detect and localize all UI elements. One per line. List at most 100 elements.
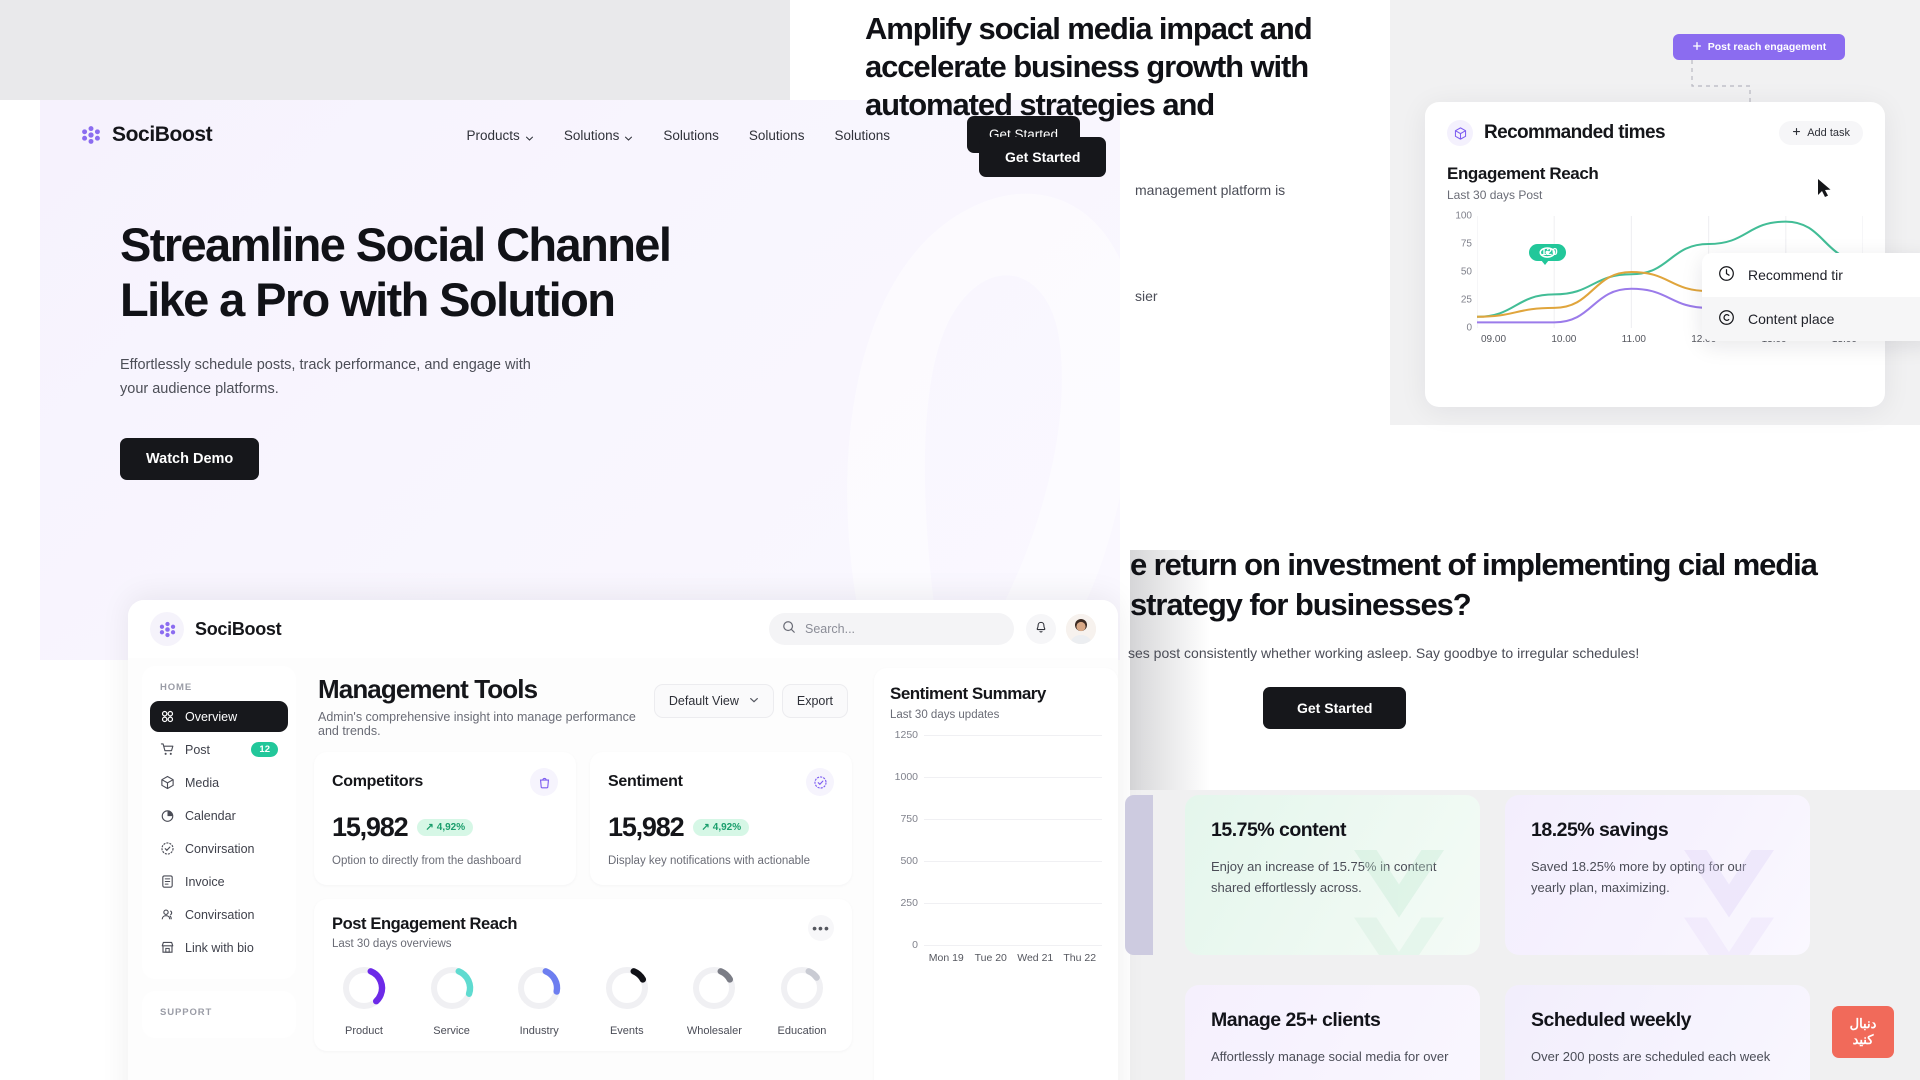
sidebar-item-calendar[interactable]: Calendar: [150, 800, 288, 831]
background-panel-top-left: [0, 0, 790, 100]
y-tick: 75: [1460, 238, 1472, 250]
dashboard-sidebar: HOME Overview Post 12 Media Calendar Con…: [128, 658, 306, 1080]
dashboard-main: Management Tools Admin's comprehensive i…: [306, 658, 866, 1080]
sidebar-post-badge: 12: [251, 742, 278, 757]
stat-title: Sentiment: [608, 773, 683, 790]
donut-education: Education: [770, 964, 834, 1037]
sidebar-section-home: HOME: [160, 682, 193, 693]
post-reach-engagement-button[interactable]: Post reach engagement: [1673, 34, 1845, 60]
sentiment-summary-subtitle: Last 30 days updates: [890, 709, 1000, 721]
add-task-button[interactable]: Add task: [1779, 121, 1863, 145]
menu-item-recommend-time[interactable]: Recommend tir: [1702, 253, 1920, 297]
sidebar-group-home: HOME Overview Post 12 Media Calendar Con…: [142, 666, 296, 979]
search-box[interactable]: [769, 613, 1014, 645]
hero-content: Streamline Social Channel Like a Pro wit…: [40, 170, 1120, 480]
hero-subtitle: Effortlessly schedule posts, track perfo…: [120, 354, 550, 402]
chevron-down-icon: [525, 131, 534, 141]
engagement-reach-title: Engagement Reach: [1447, 164, 1599, 183]
page-subtitle: Admin's comprehensive insight into manag…: [318, 710, 636, 738]
avatar[interactable]: [1066, 614, 1096, 644]
post-reach-engagement-label: Post reach engagement: [1707, 41, 1827, 53]
y-axis-labels: 0 250 500 750 1000 1250: [890, 729, 924, 951]
sidebar-item-media[interactable]: Media: [150, 767, 288, 798]
donut-ring: [342, 966, 386, 1010]
feature-title: Scheduled weekly: [1531, 1009, 1692, 1031]
ellipsis-icon[interactable]: •••: [808, 915, 834, 941]
donut-wholesaler: Wholesaler: [682, 964, 746, 1037]
watermark-line-2: کنید: [1852, 1032, 1874, 1047]
sidebar-item-label: Calendar: [185, 808, 236, 823]
nav-item-solutions-2[interactable]: Solutions: [663, 128, 719, 143]
dashboard-window: SociBoost HOME Overview: [128, 600, 1118, 1080]
roi-get-started-button[interactable]: Get Started: [1263, 687, 1407, 729]
sidebar-group-support: SUPPORT: [142, 991, 296, 1038]
y-tick: 50: [1460, 266, 1472, 278]
hero-subtitle-line-1: Effortlessly schedule posts, track perfo…: [120, 356, 531, 373]
line-chart-annotation: 120: [1529, 244, 1566, 265]
stat-description: Option to directly from the dashboard: [332, 855, 522, 867]
nav-links: Products Solutions Solutions Solutions S…: [467, 128, 890, 143]
donut-ring: [605, 966, 648, 1010]
stat-description: Display key notifications with actionabl…: [608, 855, 810, 867]
donut-ring: [517, 966, 561, 1010]
y-tick: 0: [1466, 322, 1472, 334]
feature-side-tab: [1125, 795, 1153, 955]
middle-paragraph-2: sier: [1135, 288, 1158, 304]
sidebar-item-post[interactable]: Post 12: [150, 734, 288, 765]
feature-card-savings: 18.25% savings Saved 18.25% more by opti…: [1505, 795, 1810, 955]
stat-cards: Competitors 15,982 ↗ 4,92% Option to dir…: [314, 752, 852, 885]
gridline: [924, 861, 1102, 862]
nav-item-solutions-1[interactable]: Solutions: [564, 128, 634, 143]
menu-item-content-place[interactable]: Content place: [1702, 297, 1920, 341]
decorative-shape: [1354, 850, 1444, 955]
flower-dots-logo-icon: [150, 612, 184, 646]
sidebar-item-convirsation-1[interactable]: Convirsation: [150, 833, 288, 864]
view-select[interactable]: Default View: [653, 684, 774, 718]
sidebar-item-convirsation-2[interactable]: Convirsation: [150, 899, 288, 930]
nav-item-solutions-3[interactable]: Solutions: [749, 128, 805, 143]
sentiment-summary-card: Sentiment Summary Last 30 days updates 0…: [874, 668, 1118, 1080]
stat-title: Competitors: [332, 773, 423, 790]
feature-card-clients: Manage 25+ clients Affortlessly manage s…: [1185, 985, 1480, 1080]
middle-get-started-button[interactable]: Get Started: [979, 137, 1107, 177]
menu-item-label: Content place: [1748, 311, 1835, 327]
brand-name: SociBoost: [112, 123, 213, 146]
dashboard-brand-name: SociBoost: [195, 618, 282, 639]
nav-item-solutions-4[interactable]: Solutions: [834, 128, 890, 143]
cart-icon: [160, 742, 175, 757]
watermark-line-1: دنبال: [1849, 1015, 1877, 1031]
y-tick: 100: [1455, 210, 1472, 222]
search-input[interactable]: [805, 622, 1001, 636]
donut-label: Service: [433, 1025, 470, 1037]
stat-delta: ↗ 4,92%: [417, 819, 474, 836]
x-tick: Wed 21: [1017, 952, 1054, 964]
sentiment-summary-column: Sentiment Summary Last 30 days updates 0…: [866, 658, 1118, 1080]
middle-paragraph-1: management platform is: [1135, 182, 1286, 198]
donut-label: Education: [777, 1025, 827, 1037]
nav-item-label: Solutions: [563, 127, 620, 143]
sidebar-item-invoice[interactable]: Invoice: [150, 866, 288, 897]
hero-title-line-1: Streamline Social Channel: [120, 218, 672, 271]
x-axis-labels: Mon 19 Tue 20 Wed 21 Thu 22: [924, 952, 1102, 964]
dashboard-brand[interactable]: SociBoost: [150, 612, 282, 646]
roi-paragraph: ses post consistently whether working as…: [1128, 645, 1640, 661]
trend-up-icon: ↗: [701, 822, 710, 833]
stat-value: 15,982: [608, 812, 685, 842]
stat-card-sentiment: Sentiment 15,982 ↗ 4,92% Display key not…: [590, 752, 852, 885]
y-tick: 250: [900, 897, 918, 909]
sidebar-item-label: Post: [185, 742, 211, 757]
sidebar-item-overview[interactable]: Overview: [150, 701, 288, 732]
mouse-pointer-icon: [1818, 179, 1831, 197]
sidebar-item-link-with-bio[interactable]: Link with bio: [150, 932, 288, 963]
stat-value: 15,982: [332, 812, 409, 842]
brand-logo[interactable]: SociBoost: [80, 123, 213, 147]
export-button[interactable]: Export: [781, 684, 848, 718]
nav-item-products[interactable]: Products: [467, 128, 534, 143]
watch-demo-button[interactable]: Watch Demo: [120, 437, 260, 480]
post-engagement-subtitle: Last 30 days overviews: [332, 938, 452, 950]
donut-service: Service: [420, 964, 484, 1037]
notifications-button[interactable]: [1026, 614, 1056, 644]
verified-icon: [806, 768, 834, 796]
chevron-down-icon: [624, 131, 633, 141]
main-header: Management Tools Admin's comprehensive i…: [314, 668, 852, 752]
